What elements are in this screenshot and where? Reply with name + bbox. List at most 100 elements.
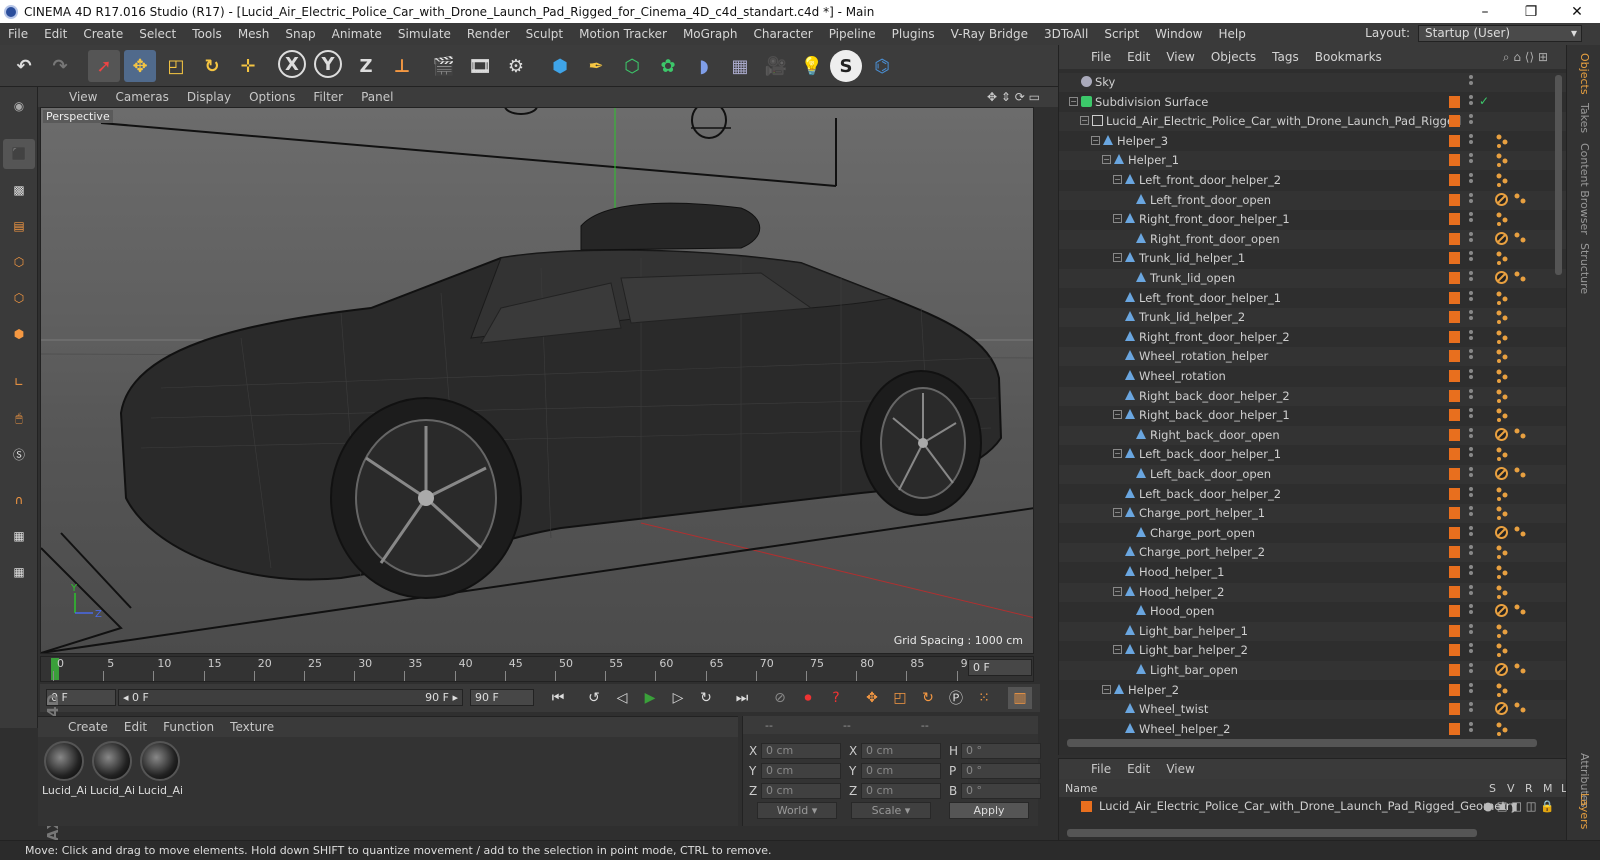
visibility-dots-icon[interactable]	[1469, 75, 1473, 89]
size-field[interactable]: 0 cm	[861, 762, 941, 779]
layer-color-tag[interactable]	[1449, 291, 1460, 304]
object-tree-row[interactable]: − Helper_2	[1059, 681, 1567, 700]
protection-tag-icon[interactable]	[1495, 192, 1508, 206]
layer-toggle-icons[interactable]: ● ▣ ◧ ◫ 🔒	[1483, 799, 1555, 813]
menu-mograph[interactable]: MoGraph	[675, 27, 746, 41]
ik-tag-icon[interactable]	[1495, 133, 1511, 149]
ik-tag-icon[interactable]	[1495, 721, 1511, 737]
menu-v-ray-bridge[interactable]: V-Ray Bridge	[943, 27, 1036, 41]
ik-tag-icon[interactable]	[1513, 192, 1529, 208]
ik-tag-icon[interactable]	[1513, 427, 1529, 443]
layer-color-tag[interactable]	[1449, 272, 1460, 284]
visibility-dots-icon[interactable]	[1469, 271, 1473, 285]
menu-motion-tracker[interactable]: Motion Tracker	[571, 27, 675, 41]
protection-tag-icon[interactable]	[1495, 702, 1508, 716]
visibility-dots-icon[interactable]	[1469, 114, 1473, 128]
ik-tag-icon[interactable]	[1495, 211, 1511, 227]
autokey-button[interactable]: ⏺	[796, 687, 820, 709]
layer-color-tag[interactable]	[1449, 448, 1460, 461]
object-tree-row[interactable]: Wheel_helper_2	[1059, 720, 1567, 739]
key-rotation-button[interactable]: ↻	[916, 687, 940, 709]
magnet-button[interactable]: ∩	[3, 485, 35, 515]
visibility-dots-icon[interactable]	[1469, 604, 1473, 618]
visibility-dots-icon[interactable]	[1469, 702, 1473, 716]
layer-menu-file[interactable]: File	[1083, 762, 1119, 776]
layer-color-tag[interactable]	[1449, 546, 1460, 559]
layer-color-tag[interactable]	[1449, 703, 1460, 716]
menu-select[interactable]: Select	[131, 27, 184, 41]
object-tree-row[interactable]: − Helper_1	[1059, 151, 1567, 171]
sidetab-content-browser[interactable]: Content Browser	[1578, 143, 1591, 235]
grid-button[interactable]: ▦	[3, 557, 35, 587]
coordinate-mode-select[interactable]: Scale ▾	[851, 802, 931, 819]
layer-color-tag[interactable]	[1449, 468, 1460, 480]
position-field[interactable]: 0 cm	[761, 782, 841, 799]
lock-workplane-button[interactable]: ▦	[3, 521, 35, 551]
ik-tag-icon[interactable]	[1495, 642, 1511, 658]
ik-tag-icon[interactable]	[1495, 388, 1511, 404]
layer-color-tag[interactable]	[1449, 311, 1460, 324]
object-tree-row[interactable]: Left_back_door_open	[1059, 465, 1567, 484]
object-tree-row[interactable]: Light_bar_helper_1	[1059, 621, 1567, 641]
object-menu-edit[interactable]: Edit	[1119, 50, 1158, 64]
redo-button[interactable]: ↷	[44, 50, 76, 82]
ik-tag-icon[interactable]	[1513, 525, 1529, 541]
visibility-dots-icon[interactable]	[1469, 506, 1473, 520]
visibility-dots-icon[interactable]	[1469, 408, 1473, 422]
material-menu-edit[interactable]: Edit	[116, 720, 155, 734]
axis-mode-button[interactable]: ∟	[3, 367, 35, 397]
layer-menu-edit[interactable]: Edit	[1119, 762, 1158, 776]
ik-tag-icon[interactable]	[1495, 368, 1511, 384]
layer-color-tag[interactable]	[1449, 213, 1460, 226]
layer-color-tag[interactable]	[1449, 566, 1460, 578]
ik-tag-icon[interactable]	[1513, 231, 1529, 247]
go-to-start-button[interactable]: ⏮	[546, 687, 570, 709]
ik-tag-icon[interactable]	[1495, 564, 1511, 580]
visibility-dots-icon[interactable]	[1469, 133, 1473, 148]
layer-color-tag[interactable]	[1449, 722, 1460, 735]
object-tree-row[interactable]: − Helper_3	[1059, 132, 1567, 151]
maximize-button[interactable]: ❐	[1508, 4, 1554, 20]
rotation-field[interactable]: 0 °	[961, 762, 1041, 779]
object-tree-row[interactable]: − Charge_port_helper_1	[1059, 504, 1567, 524]
next-frame-button[interactable]: ▷	[666, 687, 690, 709]
object-tree-row[interactable]: Wheel_rotation_helper	[1059, 347, 1567, 367]
visibility-dots-icon[interactable]	[1469, 329, 1473, 344]
visibility-dots-icon[interactable]	[1469, 427, 1473, 442]
ik-tag-icon[interactable]	[1513, 701, 1529, 717]
next-key-button[interactable]: ↻	[694, 687, 718, 709]
object-tree-row[interactable]: Left_back_door_helper_2	[1059, 485, 1567, 504]
ik-tag-icon[interactable]	[1495, 544, 1511, 560]
deformer-button[interactable]: ◗	[688, 50, 720, 82]
menu-tools[interactable]: Tools	[184, 27, 230, 41]
object-tree-row[interactable]: Wheel_twist	[1059, 700, 1567, 720]
visibility-dots-icon[interactable]	[1469, 584, 1473, 599]
position-field[interactable]: 0 cm	[761, 762, 841, 779]
layer-color-tag[interactable]	[1449, 95, 1460, 108]
layer-color-tag[interactable]	[1449, 115, 1460, 128]
expand-toggle-icon[interactable]: −	[1102, 155, 1111, 165]
menu-sculpt[interactable]: Sculpt	[518, 27, 571, 41]
ik-tag-icon[interactable]	[1495, 152, 1511, 168]
viewport-menu-view[interactable]: View	[60, 90, 106, 104]
visibility-dots-icon[interactable]	[1469, 447, 1473, 461]
ik-tag-icon[interactable]	[1495, 407, 1511, 423]
ik-tag-icon[interactable]	[1513, 270, 1529, 286]
visibility-dots-icon[interactable]	[1469, 565, 1473, 579]
expand-toggle-icon[interactable]: −	[1069, 96, 1078, 106]
ik-tag-icon[interactable]	[1513, 662, 1529, 678]
object-tree-row[interactable]: − Light_bar_helper_2	[1059, 641, 1567, 660]
viewport-nav-icons[interactable]: ✥ ⇕ ⟳ ▭	[987, 90, 1040, 104]
coordinate-system-button[interactable]: ⊥	[386, 50, 418, 82]
object-tree-row[interactable]: Trunk_lid_open	[1059, 269, 1567, 288]
viewport-menu-filter[interactable]: Filter	[304, 90, 352, 104]
make-editable-button[interactable]: ◉	[3, 91, 35, 121]
ik-tag-icon[interactable]	[1495, 250, 1511, 266]
material-swatch[interactable]: Lucid_Ai	[42, 741, 86, 797]
floor-button[interactable]: ▦	[724, 50, 756, 82]
ik-tag-icon[interactable]	[1513, 466, 1529, 482]
ik-tag-icon[interactable]	[1495, 446, 1511, 462]
expand-toggle-icon[interactable]: −	[1113, 645, 1122, 655]
material-swatch[interactable]: Lucid_Ai	[90, 741, 134, 797]
layer-color-tag[interactable]	[1449, 174, 1460, 186]
